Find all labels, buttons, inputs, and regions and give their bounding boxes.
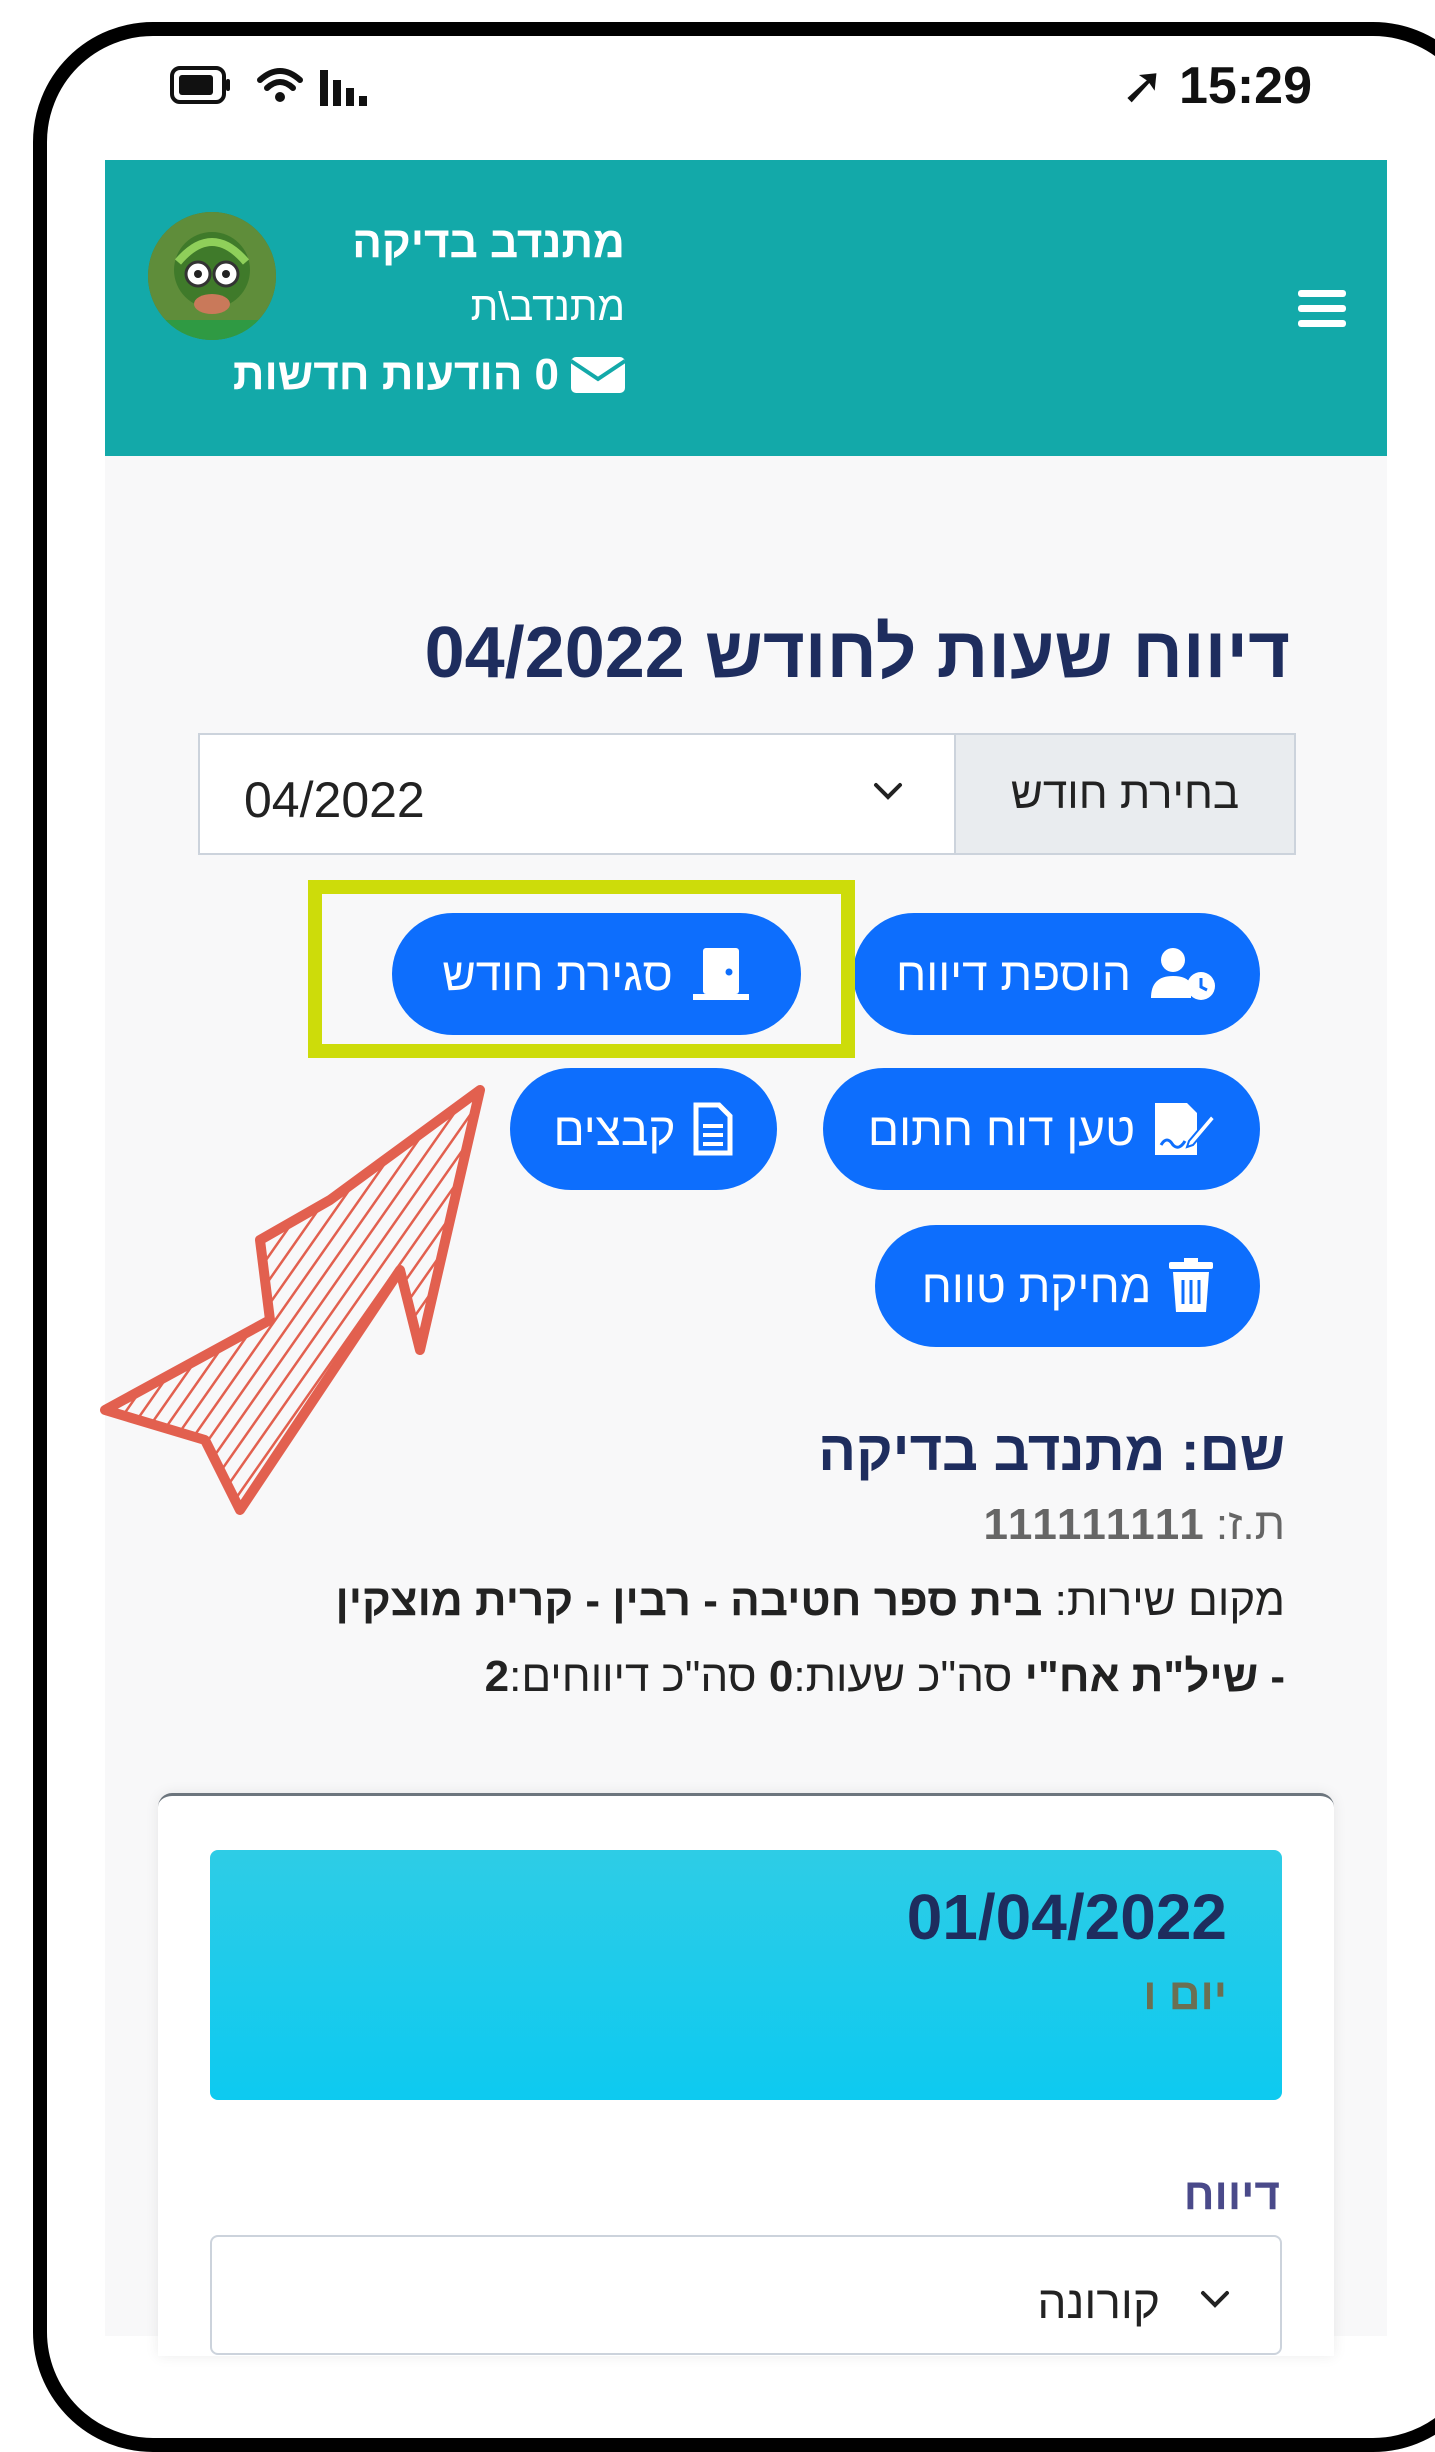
status-bar: ➚ 15:29 (0, 0, 1435, 160)
month-select-label: בחירת חודש (954, 735, 1294, 853)
chevron-down-icon (1201, 2291, 1229, 2308)
upload-signed-report-button[interactable]: טען דוח חתום (823, 1068, 1260, 1190)
chevron-down-icon (874, 783, 902, 800)
month-select-group[interactable]: בחירת חודש 04/2022 (198, 733, 1296, 855)
report-date: 01/04/2022 (906, 1881, 1227, 1953)
battery-wifi-signal-icon (170, 66, 367, 106)
files-button[interactable]: קבצים (510, 1068, 777, 1190)
status-time: ➚ 15:29 (1120, 57, 1312, 115)
service-place: מקום שירות: בית ספר חטיבה - רבין - קרית … (335, 1576, 1285, 1625)
messages-link[interactable]: 0 הודעות חדשות (233, 350, 625, 400)
user-clock-icon (1151, 948, 1216, 1000)
user-role: מתנדב\ת (470, 285, 625, 329)
report-type-label: דיווח (1183, 2170, 1280, 2219)
envelope-icon (571, 357, 625, 393)
file-alt-icon (693, 1102, 733, 1156)
report-day-name: יום ו (1143, 1970, 1227, 2019)
totals-line: - שיל"ת אח"י סה"כ שעות:0 סה"כ דיווחים:2 (484, 1652, 1285, 1701)
report-type-value: קורונה (1037, 2276, 1160, 2328)
avatar[interactable] (148, 212, 276, 340)
report-type-select[interactable]: קורונה (210, 2235, 1282, 2355)
delete-range-button[interactable]: מחיקת טווח (875, 1225, 1260, 1347)
annotation-arrow-icon (100, 1085, 485, 1515)
add-report-button[interactable]: הוספת דיווח (853, 913, 1260, 1035)
location-arrow-icon: ➚ (1120, 57, 1165, 115)
month-select-value[interactable]: 04/2022 (244, 771, 425, 829)
status-icons (170, 62, 410, 112)
page-title: דיווח שעות לחודש 04/2022 (424, 613, 1290, 693)
avatar-image (148, 212, 276, 340)
volunteer-name: שם: מתנדב בדיקה (818, 1419, 1285, 1482)
file-signature-icon (1155, 1103, 1216, 1155)
user-name: מתנדב בדיקה (352, 218, 625, 267)
day-header: 01/04/2022 יום ו (210, 1850, 1282, 2100)
close-month-highlight-box (308, 880, 855, 1058)
trash-icon (1169, 1258, 1214, 1312)
volunteer-id: ת.ז: 111111111 (983, 1500, 1285, 1549)
app-header (105, 160, 1387, 456)
hamburger-menu-icon[interactable] (1298, 290, 1346, 328)
